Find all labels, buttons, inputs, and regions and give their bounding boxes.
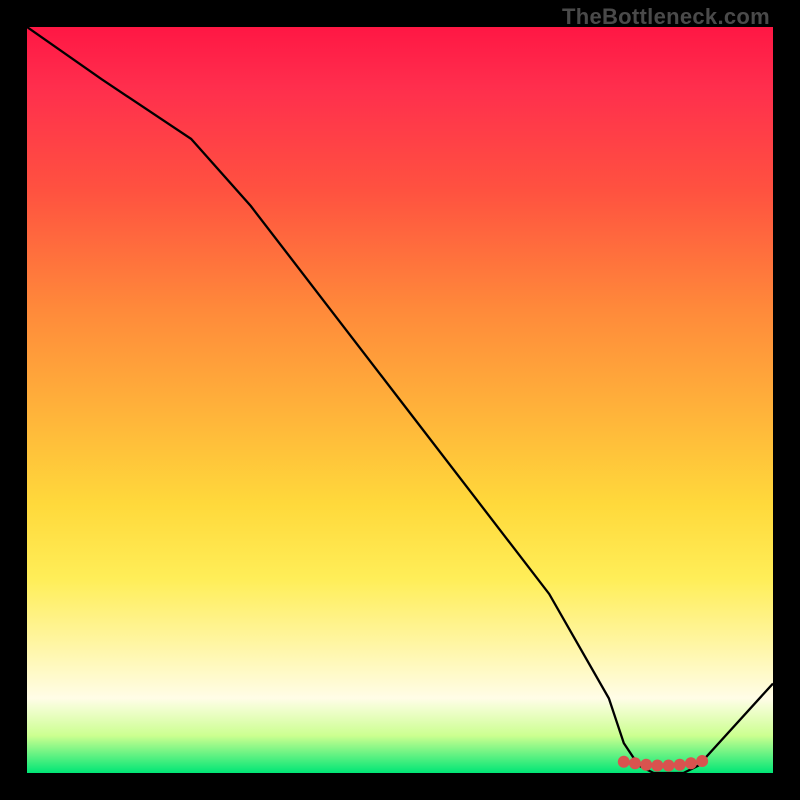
chart-marker — [674, 759, 686, 771]
watermark-text: TheBottleneck.com — [562, 4, 770, 30]
line-chart-svg — [27, 27, 773, 773]
chart-marker — [696, 755, 708, 767]
chart-marker — [640, 759, 652, 771]
chart-marker — [618, 756, 630, 768]
chart-line — [27, 27, 773, 773]
chart-frame: TheBottleneck.com — [0, 0, 800, 800]
chart-marker — [685, 757, 697, 769]
chart-markers — [618, 755, 708, 771]
plot-area — [27, 27, 773, 773]
chart-marker — [629, 757, 641, 769]
chart-marker — [663, 760, 675, 772]
chart-marker — [651, 760, 663, 772]
